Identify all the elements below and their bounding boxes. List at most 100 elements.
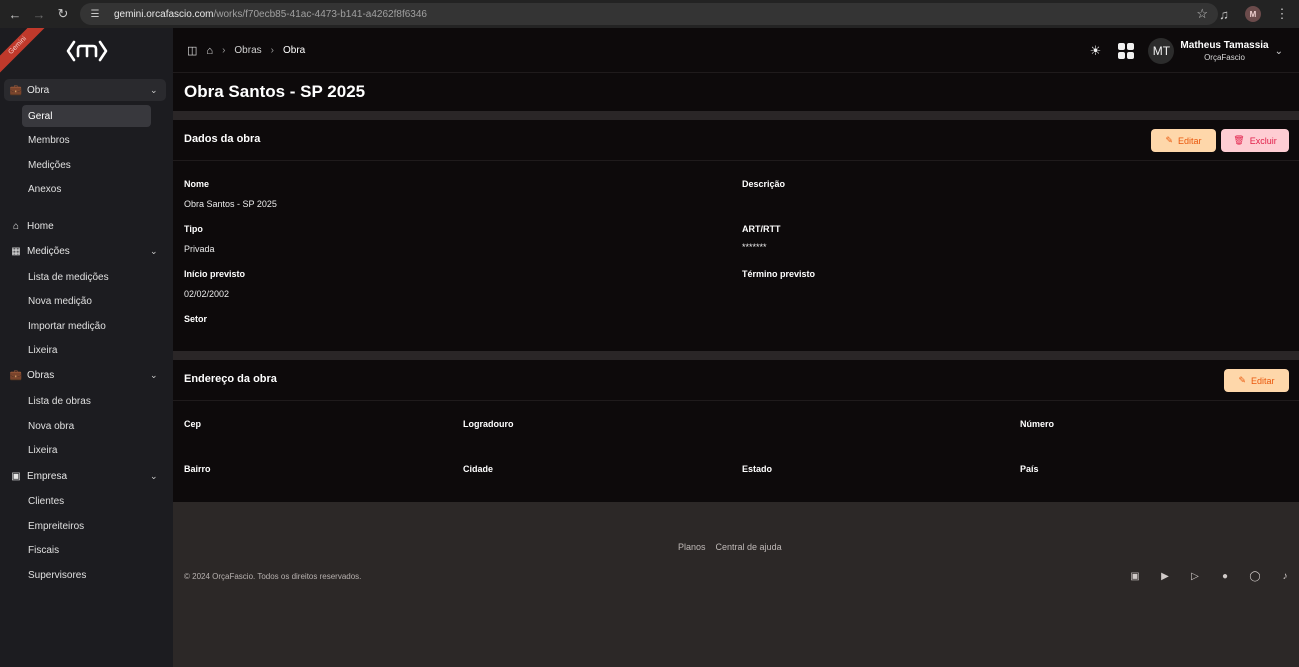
sidebar-group-obras[interactable]: 💼 Obras ⌄ <box>0 364 173 386</box>
sidebar-item-empreiteiros[interactable]: Empreiteiros <box>22 515 151 537</box>
linkedin-icon[interactable]: ▣ <box>1127 570 1143 582</box>
chevron-down-icon: ⌄ <box>150 245 158 256</box>
chevron-right-icon: › <box>222 45 226 56</box>
bookmark-star-icon[interactable]: ☆ <box>1196 6 1208 22</box>
delete-button[interactable]: 🗑 Excluir <box>1221 129 1289 152</box>
field-value-tipo: Privada <box>184 244 215 254</box>
chevron-down-icon[interactable]: ⌄ <box>1275 46 1283 57</box>
page-title: Obra Santos - SP 2025 <box>184 82 366 101</box>
back-icon[interactable]: ← <box>4 3 26 25</box>
sidebar-item-lixeira-medicoes[interactable]: Lixeira <box>22 339 151 361</box>
home-icon[interactable]: ⌂ <box>206 45 213 57</box>
section-title: Endereço da obra <box>184 373 277 385</box>
copyright-text: © 2024 OrçaFascio. Todos os direitos res… <box>184 572 362 581</box>
sidebar-group-medicoes[interactable]: ▦ Medições ⌄ <box>0 240 173 262</box>
field-value-nome: Obra Santos - SP 2025 <box>184 199 277 209</box>
building-icon: ▣ <box>11 470 21 482</box>
pencil-icon: ✎ <box>1238 375 1247 385</box>
field-value-inicio: 02/02/2002 <box>184 289 230 299</box>
breadcrumb-obra: Obra <box>282 45 306 56</box>
field-label-logradouro: Logradouro <box>463 419 514 429</box>
sidebar-item-medicoes[interactable]: Medições <box>22 154 151 176</box>
media-controls-icon[interactable]: ♫ <box>1213 3 1235 25</box>
field-label-termino: Término previsto <box>742 269 816 279</box>
facebook-icon[interactable]: ● <box>1217 570 1233 582</box>
endereco-obra-section: Endereço da obra ✎ Editar Cep Logradouro… <box>173 351 1299 502</box>
user-org: OrçaFascio <box>1204 53 1245 62</box>
theme-toggle-sun-icon[interactable]: ☀ <box>1088 43 1102 58</box>
field-label-bairro: Bairro <box>184 464 211 474</box>
footer-link-planos[interactable]: Planos <box>678 542 706 552</box>
address-bar[interactable]: ☰ gemini.orcafascio.com/works/f70ecb85-4… <box>80 3 1218 25</box>
edit-endereco-button[interactable]: ✎ Editar <box>1224 369 1289 392</box>
orcafascio-logo[interactable] <box>66 38 108 64</box>
sidebar-toggle-icon[interactable]: ◫ <box>187 44 197 57</box>
briefcase-icon: 💼 <box>9 84 23 96</box>
sidebar-item-clientes[interactable]: Clientes <box>22 490 151 512</box>
browser-menu-icon[interactable]: ⋮ <box>1271 3 1293 25</box>
sidebar-item-lista-obras[interactable]: Lista de obras <box>22 390 151 412</box>
edit-dados-button[interactable]: ✎ Editar <box>1151 129 1216 152</box>
pencil-icon: ✎ <box>1165 135 1174 145</box>
sidebar-item-fiscais[interactable]: Fiscais <box>22 539 151 561</box>
topbar: ◫ ⌂ › Obras › Obra ☀ MT Matheus Tamassia… <box>173 28 1299 73</box>
field-label-setor: Setor <box>184 314 208 324</box>
footer: Planos Central de ajuda © 2024 OrçaFasci… <box>173 502 1299 667</box>
forward-icon[interactable]: → <box>28 3 50 25</box>
sidebar-item-lista-medicoes[interactable]: Lista de medições <box>22 266 151 288</box>
sidebar-item-nova-obra[interactable]: Nova obra <box>22 415 151 437</box>
chevron-down-icon: ⌄ <box>150 84 158 95</box>
tiktok-icon[interactable]: ♪ <box>1277 570 1293 582</box>
chevron-down-icon: ⌄ <box>150 470 158 481</box>
field-label-estado: Estado <box>742 464 773 474</box>
main-content: ◫ ⌂ › Obras › Obra ☀ MT Matheus Tamassia… <box>173 28 1299 667</box>
field-label-nome: Nome <box>184 179 210 189</box>
sidebar-group-empresa[interactable]: ▣ Empresa ⌄ <box>0 465 173 487</box>
user-menu[interactable]: Matheus Tamassia OrçaFascio <box>1180 40 1268 62</box>
calculator-icon: ▦ <box>11 245 21 257</box>
browser-toolbar: ← → ↻ ☰ gemini.orcafascio.com/works/f70e… <box>0 0 1299 28</box>
user-avatar[interactable]: MT <box>1148 38 1175 64</box>
section-title: Dados da obra <box>184 133 261 145</box>
sidebar-group-obra[interactable]: 💼 Obra ⌄ <box>0 79 173 101</box>
breadcrumb-obras[interactable]: Obras <box>234 45 261 56</box>
reload-icon[interactable]: ↻ <box>52 3 74 25</box>
field-label-descricao: Descrição <box>742 179 786 189</box>
sidebar-item-lixeira-obras[interactable]: Lixeira <box>22 439 151 461</box>
site-info-icon[interactable]: ☰ <box>88 7 102 21</box>
sidebar-item-geral[interactable]: Geral <box>22 105 151 127</box>
dados-obra-section: Dados da obra ✎ Editar 🗑 Excluir Nome Ob… <box>173 111 1299 351</box>
footer-links: Planos Central de ajuda <box>678 542 782 552</box>
social-links: ▣ ▶ ▷ ● ◯ ♪ <box>1127 570 1293 582</box>
field-label-inicio: Início previsto <box>184 269 246 279</box>
sidebar-item-home[interactable]: ⌂ Home <box>0 215 173 237</box>
home-icon: ⌂ <box>12 220 20 232</box>
sidebar-item-nova-medicao[interactable]: Nova medição <box>22 290 151 312</box>
field-label-art: ART/RTT <box>742 224 781 234</box>
field-label-tipo: Tipo <box>184 224 203 234</box>
sidebar-item-membros[interactable]: Membros <box>22 129 151 151</box>
youtube-icon[interactable]: ▷ <box>1187 570 1203 582</box>
environment-ribbon: Gemini <box>0 28 51 79</box>
play-icon[interactable]: ▶ <box>1157 570 1173 582</box>
url-text[interactable]: gemini.orcafascio.com/works/f70ecb85-41a… <box>114 9 427 20</box>
field-label-pais: País <box>1020 464 1039 474</box>
field-label-numero: Número <box>1020 419 1055 429</box>
breadcrumb: ◫ ⌂ › Obras › Obra <box>187 44 306 58</box>
field-label-cidade: Cidade <box>463 464 494 474</box>
instagram-icon[interactable]: ◯ <box>1247 570 1263 582</box>
chevron-right-icon: › <box>270 45 274 56</box>
sidebar: Gemini 💼 Obra ⌄ Geral Membros Medições A… <box>0 28 173 667</box>
sidebar-item-anexos[interactable]: Anexos <box>22 178 151 200</box>
chevron-down-icon: ⌄ <box>150 369 158 380</box>
briefcase-icon: 💼 <box>9 369 23 381</box>
field-label-cep: Cep <box>184 419 202 429</box>
apps-grid-icon[interactable] <box>1118 43 1135 59</box>
sidebar-item-importar-medicao[interactable]: Importar medição <box>22 315 151 337</box>
field-value-art: ******* <box>742 242 767 252</box>
footer-link-central-ajuda[interactable]: Central de ajuda <box>716 542 782 552</box>
user-name: Matheus Tamassia <box>1180 40 1269 51</box>
sidebar-item-supervisores[interactable]: Supervisores <box>22 564 151 586</box>
browser-profile-avatar[interactable]: M <box>1245 6 1261 22</box>
trash-icon: 🗑 <box>1233 135 1245 145</box>
